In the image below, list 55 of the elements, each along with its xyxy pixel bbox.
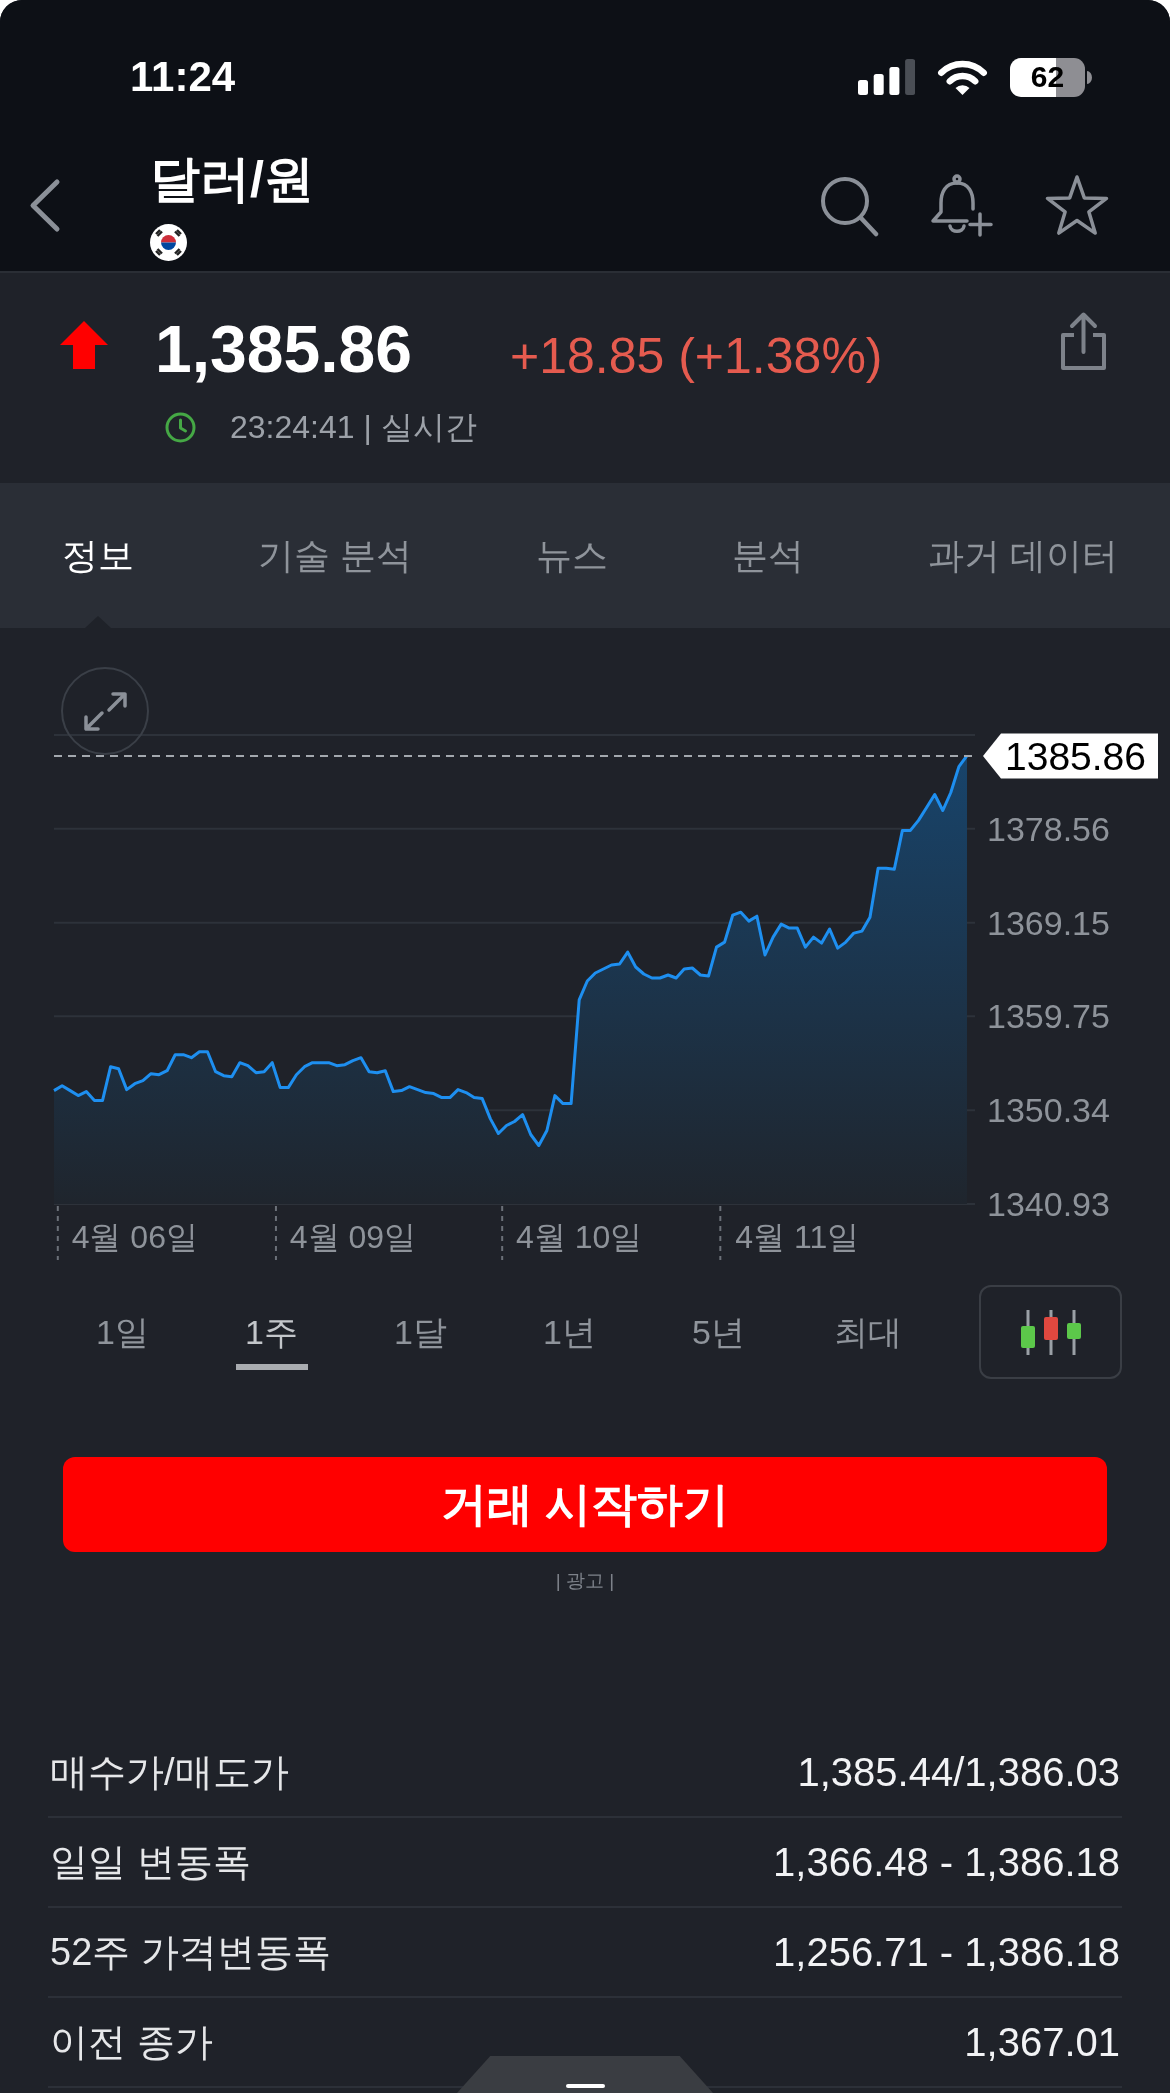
range-tab[interactable]: 1년	[495, 1285, 644, 1379]
flag-icon	[150, 223, 187, 261]
stat-value: 1,256.71 - 1,386.18	[773, 1929, 1120, 1976]
wifi-icon	[937, 58, 988, 96]
y-axis-label: 1340.93	[987, 1185, 1110, 1223]
share-button[interactable]	[1059, 311, 1108, 371]
quote-time: 23:24:41 | 실시간	[230, 410, 477, 444]
share-icon	[1059, 311, 1108, 371]
back-button[interactable]	[28, 178, 61, 233]
range-tab[interactable]: 1일	[48, 1285, 197, 1379]
chevron-left-icon	[28, 178, 61, 233]
stat-label: 일일 변동폭	[50, 1839, 251, 1885]
x-axis-label: 4월 11일	[735, 1219, 860, 1255]
stat-label: 매수가/매도가	[50, 1749, 289, 1795]
y-axis-label: 1378.56	[987, 809, 1110, 848]
range-tab[interactable]: 5년	[644, 1285, 793, 1379]
stat-label: 이전 종가	[50, 2019, 213, 2065]
start-trading-button[interactable]: 거래 시작하기	[63, 1457, 1107, 1552]
signal-icon	[858, 59, 915, 95]
x-axis-label: 4월 09일	[289, 1219, 417, 1255]
price-tag: 1385.86	[983, 733, 1158, 779]
x-axis-label: 4월 06일	[71, 1219, 198, 1255]
search-icon	[819, 174, 879, 237]
stat-value: 1,366.48 - 1,386.18	[773, 1839, 1120, 1886]
clock-icon	[165, 411, 196, 443]
y-axis-label: 1369.15	[987, 903, 1110, 942]
expand-icon	[82, 690, 128, 732]
range-tab[interactable]: 1주	[197, 1285, 346, 1379]
search-button[interactable]	[819, 174, 879, 237]
battery-cap-icon	[1087, 70, 1092, 84]
stat-value: 1,385.44/1,386.03	[797, 1749, 1120, 1796]
tab[interactable]: 뉴스	[474, 483, 670, 628]
tab[interactable]: 정보	[0, 483, 196, 628]
range-tab[interactable]: 최대	[793, 1285, 942, 1379]
stat-value: 1,367.01	[964, 2019, 1120, 2066]
status-time: 11:24	[130, 54, 236, 100]
y-axis-label: 1350.34	[987, 1091, 1110, 1130]
tab[interactable]: 분석	[670, 483, 866, 628]
price-change: +18.85 (+1.38%)	[510, 331, 883, 381]
current-price: 1,385.86	[155, 312, 412, 386]
y-axis-label: 1359.75	[987, 997, 1110, 1036]
ref-line-label: 1385.86	[1005, 734, 1146, 778]
ad-label: | 광고 |	[555, 1569, 615, 1593]
chart-type-button[interactable]	[979, 1285, 1122, 1379]
battery-indicator: 62	[1010, 57, 1085, 97]
x-axis-label: 4월 10일	[516, 1219, 643, 1255]
alert-button[interactable]	[929, 174, 994, 237]
expand-chart-button[interactable]	[61, 667, 149, 755]
tab[interactable]: 기술 분석	[196, 483, 474, 628]
candlestick-icon	[1019, 1309, 1082, 1355]
range-tab[interactable]: 1달	[346, 1285, 495, 1379]
stat-label: 52주 가격변동폭	[50, 1929, 331, 1975]
bell-plus-icon	[929, 174, 994, 237]
tab[interactable]: 과거 데이터	[866, 483, 1170, 628]
page-title: 달러/원	[150, 150, 314, 207]
